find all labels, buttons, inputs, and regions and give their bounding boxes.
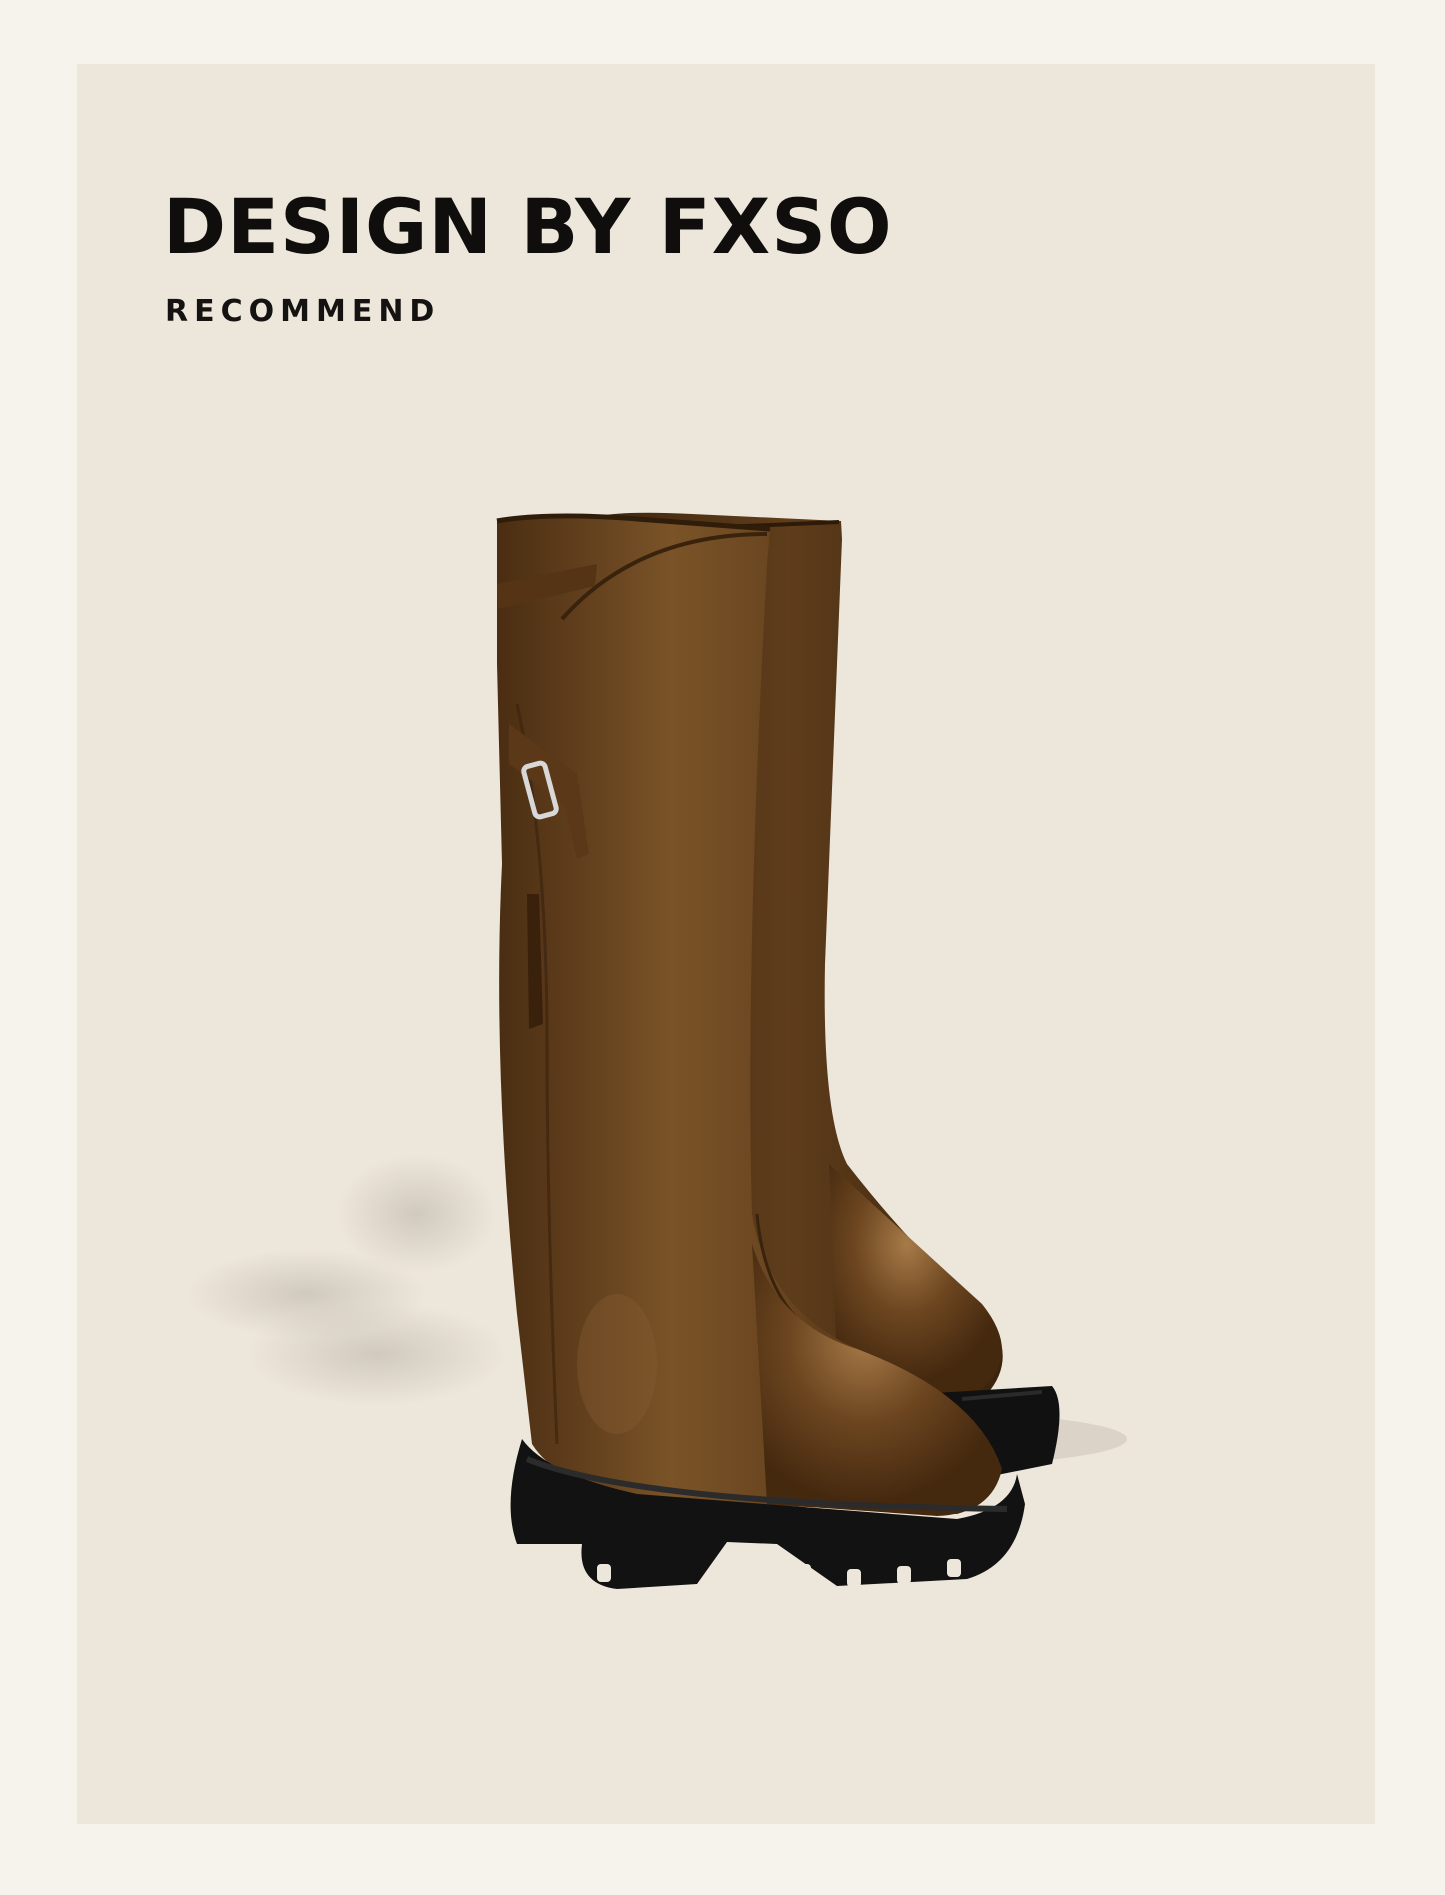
- headline: DESIGN BY FXSO: [163, 182, 893, 271]
- subheadline: RECOMMEND: [165, 294, 441, 329]
- product-panel: DESIGN BY FXSO RECOMMEND: [77, 64, 1375, 1824]
